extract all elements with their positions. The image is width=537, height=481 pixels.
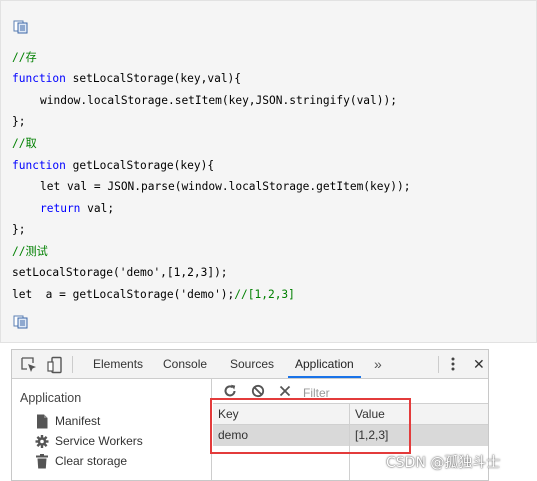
trash-icon bbox=[36, 454, 48, 469]
filter-input[interactable] bbox=[303, 384, 453, 401]
code-comment-store: //存 bbox=[12, 51, 37, 64]
delete-selected-icon[interactable] bbox=[278, 384, 292, 398]
code-text: val; bbox=[87, 202, 115, 215]
storage-toolbar bbox=[213, 379, 488, 404]
code-text: getLocalStorage(key){ bbox=[72, 159, 215, 172]
sidebar-item-label: Manifest bbox=[55, 414, 101, 428]
refresh-icon[interactable] bbox=[223, 384, 237, 398]
application-sidebar: Application Manifest Service Workers Cle… bbox=[12, 379, 212, 480]
code-inline-comment: //[1,2,3] bbox=[234, 288, 295, 301]
column-header-value[interactable]: Value bbox=[355, 404, 385, 425]
copy-code-icon[interactable] bbox=[13, 315, 29, 329]
code-block: //存 function setLocalStorage(key,val){ w… bbox=[0, 0, 537, 343]
watermark: CSDN @孤独斗士 bbox=[386, 455, 501, 471]
sidebar-heading: Application bbox=[20, 391, 82, 405]
code-line-get-body: let val = JSON.parse(window.localStorage… bbox=[40, 180, 411, 193]
device-toolbar-icon[interactable] bbox=[46, 356, 64, 374]
file-icon bbox=[37, 414, 48, 429]
code-line-set-def: function setLocalStorage(key,val){ bbox=[12, 71, 241, 87]
code-comment-test: //测试 bbox=[12, 245, 48, 258]
column-divider[interactable] bbox=[349, 404, 350, 480]
code-line-test-get: let a = getLocalStorage('demo');//[1,2,3… bbox=[12, 287, 295, 303]
table-header: Key Value bbox=[213, 404, 488, 425]
tab-sources[interactable]: Sources bbox=[230, 350, 274, 378]
toolbar-divider bbox=[438, 356, 439, 373]
keyword-function: function bbox=[12, 72, 66, 85]
tab-application[interactable]: Application bbox=[288, 350, 361, 378]
code-text: let a = getLocalStorage('demo'); bbox=[12, 288, 235, 301]
keyword-function: function bbox=[12, 159, 66, 172]
code-line-close: }; bbox=[12, 115, 26, 128]
row-key[interactable]: demo bbox=[218, 425, 248, 446]
toolbar-divider bbox=[72, 356, 73, 373]
tab-elements[interactable]: Elements bbox=[93, 350, 143, 378]
gear-icon bbox=[35, 435, 49, 448]
code-line-get-def: function getLocalStorage(key){ bbox=[12, 158, 214, 174]
tab-console[interactable]: Console bbox=[163, 350, 207, 378]
row-value[interactable]: [1,2,3] bbox=[355, 425, 388, 446]
sidebar-item-label: Service Workers bbox=[55, 434, 143, 448]
keyword-return: return bbox=[40, 202, 81, 215]
inspect-element-icon[interactable] bbox=[20, 356, 38, 374]
close-devtools-button[interactable]: ✕ bbox=[473, 350, 485, 379]
table-row[interactable]: demo [1,2,3] bbox=[213, 425, 488, 446]
more-tabs-button[interactable]: » bbox=[374, 350, 382, 378]
code-line-close: }; bbox=[12, 223, 26, 236]
sidebar-item-label: Clear storage bbox=[55, 454, 128, 468]
code-line-return: return val; bbox=[40, 201, 114, 217]
code-line-test-set: setLocalStorage('demo',[1,2,3]); bbox=[12, 266, 228, 279]
kebab-menu-icon[interactable] bbox=[451, 355, 455, 373]
copy-code-icon[interactable] bbox=[13, 20, 29, 34]
code-line-set-body: window.localStorage.setItem(key,JSON.str… bbox=[40, 94, 397, 107]
clear-all-icon[interactable] bbox=[251, 384, 265, 398]
column-header-key[interactable]: Key bbox=[218, 404, 239, 425]
code-comment-get: //取 bbox=[12, 137, 37, 150]
devtools-toolbar: Elements Console Sources Application » ✕ bbox=[12, 350, 488, 379]
code-text: setLocalStorage(key,val){ bbox=[72, 72, 242, 85]
